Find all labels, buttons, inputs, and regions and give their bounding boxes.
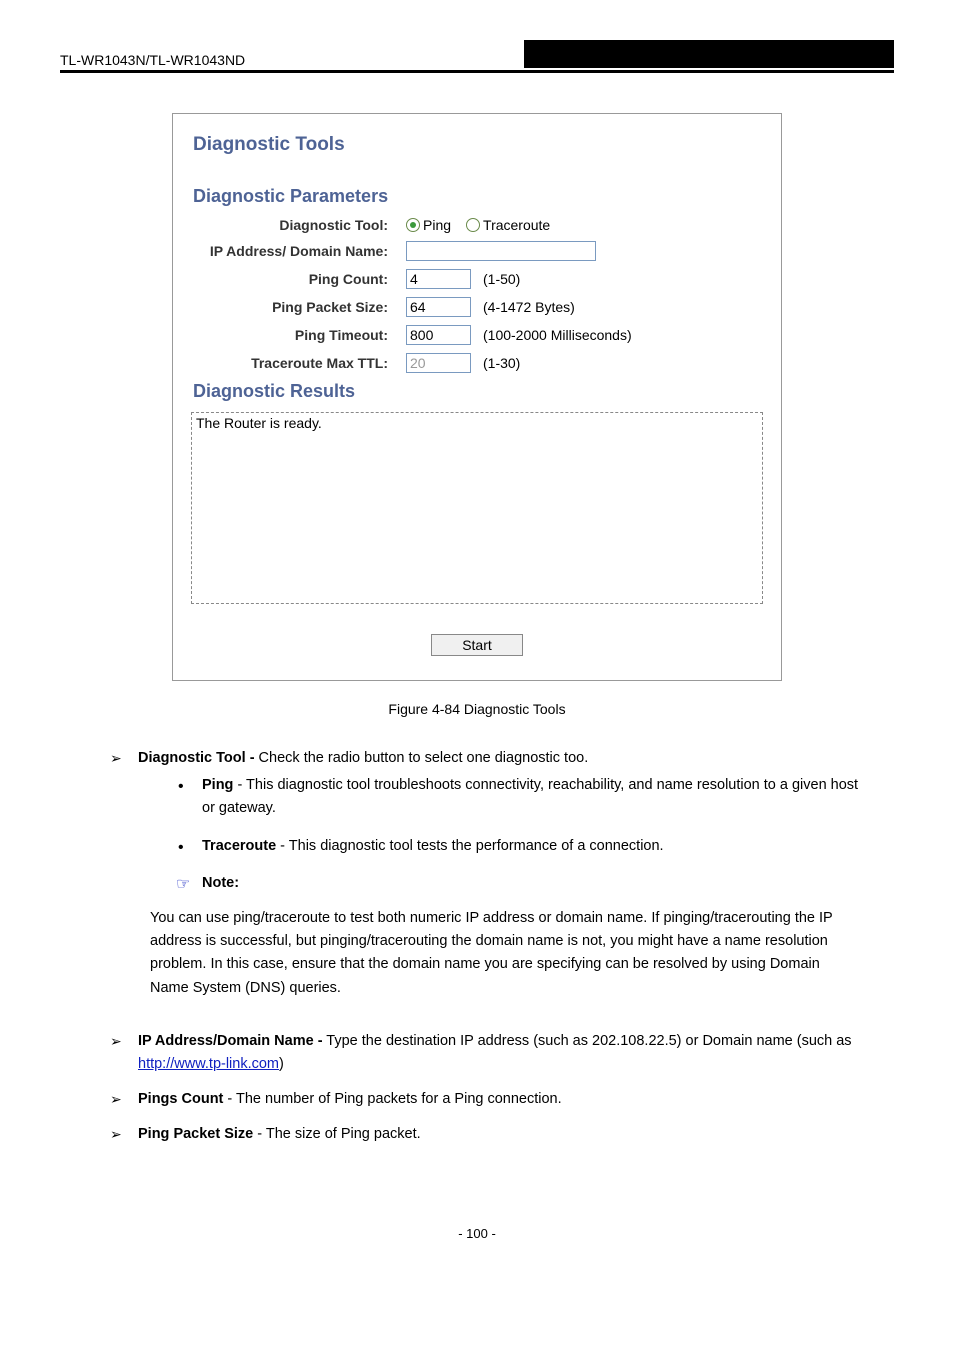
item-count: Pings Count - The number of Ping packets… [110, 1088, 874, 1111]
page-number: - 100 - [60, 1226, 894, 1241]
results-box: The Router is ready. [191, 412, 763, 604]
radio-ping[interactable]: Ping [406, 217, 451, 233]
radio-traceroute[interactable]: Traceroute [466, 217, 550, 233]
ttl-hint: (1-30) [483, 355, 520, 371]
size-hint: (4-1472 Bytes) [483, 299, 575, 315]
panel-title: Diagnostic Tools [193, 134, 763, 156]
header-right-blackbox [524, 40, 894, 68]
diagnostic-tools-panel: Diagnostic Tools Diagnostic Parameters D… [172, 113, 782, 681]
label-diagnostic-tool: Diagnostic Tool: [191, 217, 406, 233]
item-ip: IP Address/Domain Name - Type the destin… [110, 1030, 874, 1076]
label-ip: IP Address/ Domain Name: [191, 243, 406, 259]
item-diagnostic-tool: Diagnostic Tool - Check the radio button… [110, 747, 874, 895]
count-input[interactable] [406, 269, 471, 289]
header-left: TL-WR1043N/TL-WR1043ND [60, 52, 245, 68]
label-size: Ping Packet Size: [191, 299, 406, 315]
label-ttl: Traceroute Max TTL: [191, 355, 406, 371]
row-count: Ping Count: (1-50) [191, 269, 763, 289]
start-button[interactable]: Start [431, 634, 523, 656]
ip-input[interactable] [406, 241, 596, 261]
results-heading: Diagnostic Results [193, 381, 763, 402]
count-hint: (1-50) [483, 271, 520, 287]
bullet-ping: Ping - This diagnostic tool troubleshoot… [178, 774, 874, 820]
bullet-traceroute: Traceroute - This diagnostic tool tests … [178, 835, 874, 858]
radio-ping-label: Ping [423, 217, 451, 233]
item-size: Ping Packet Size - The size of Ping pack… [110, 1123, 874, 1146]
link-tplink[interactable]: http://www.tp-link.com [138, 1056, 279, 1072]
note-label: Note: [202, 875, 239, 891]
label-count: Ping Count: [191, 271, 406, 287]
note-label-row: ☞ Note: [178, 872, 874, 895]
row-ip: IP Address/ Domain Name: [191, 241, 763, 261]
page-header: TL-WR1043N/TL-WR1043ND [60, 40, 894, 73]
size-input[interactable] [406, 297, 471, 317]
parameters-heading: Diagnostic Parameters [193, 186, 763, 207]
figure-caption: Figure 4-84 Diagnostic Tools [60, 701, 894, 717]
timeout-input[interactable] [406, 325, 471, 345]
radio-traceroute-label: Traceroute [483, 217, 550, 233]
radio-icon [466, 218, 480, 232]
row-diagnostic-tool: Diagnostic Tool: Ping Traceroute [191, 217, 763, 233]
radio-icon [406, 218, 420, 232]
results-text: The Router is ready. [196, 415, 322, 431]
ttl-input [406, 353, 471, 373]
label-timeout: Ping Timeout: [191, 327, 406, 343]
note-body: You can use ping/traceroute to test both… [150, 907, 854, 1000]
body-text: Diagnostic Tool - Check the radio button… [110, 747, 874, 1146]
row-size: Ping Packet Size: (4-1472 Bytes) [191, 297, 763, 317]
row-timeout: Ping Timeout: (100-2000 Milliseconds) [191, 325, 763, 345]
timeout-hint: (100-2000 Milliseconds) [483, 327, 632, 343]
hand-icon: ☞ [176, 872, 190, 898]
row-ttl: Traceroute Max TTL: (1-30) [191, 353, 763, 373]
